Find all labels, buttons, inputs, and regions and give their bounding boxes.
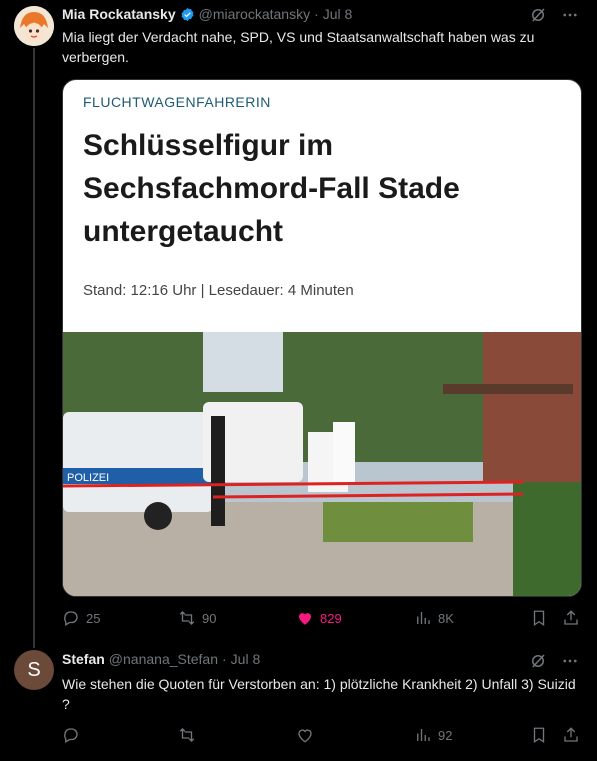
retweet-icon (179, 728, 195, 742)
reply-text: Wie stehen die Quoten für Verstorben an:… (62, 676, 576, 712)
views-button[interactable]: 8K (414, 609, 454, 627)
card-kicker: FLUCHTWAGENFAHRERIN (83, 94, 271, 110)
like-button[interactable] (296, 726, 314, 744)
separator-dot: · (222, 651, 227, 667)
retweet-count: 90 (202, 610, 217, 626)
author-name[interactable]: Mia Rockatansky (62, 6, 176, 22)
grok-icon[interactable] (529, 652, 547, 670)
share-button[interactable] (562, 609, 580, 627)
retweet-button[interactable] (178, 726, 196, 744)
reply-button[interactable]: 25 (62, 609, 100, 627)
tweet-header: Mia Rockatansky @miarockatansky · Jul 8 (62, 6, 352, 22)
reply-avatar[interactable]: S (14, 650, 54, 690)
timestamp[interactable]: Jul 8 (323, 6, 353, 22)
avatar[interactable] (14, 6, 54, 46)
grok-icon[interactable] (529, 6, 547, 24)
reply-views-count: 92 (438, 727, 453, 743)
reply-button[interactable] (62, 726, 80, 744)
verified-badge-icon (181, 7, 194, 21)
heart-filled-icon (299, 613, 311, 625)
separator-dot: · (314, 6, 319, 22)
more-options-icon[interactable] (561, 6, 579, 24)
card-meta: Stand: 12:16 Uhr | Lesedauer: 4 Minuten (83, 282, 354, 299)
police-label: POLIZEI (67, 472, 109, 484)
reply-actions: 92 (62, 726, 580, 746)
share-icon (564, 727, 578, 742)
bookmark-icon (533, 610, 545, 627)
thread-line (33, 48, 35, 648)
tweet-actions: 25 90 829 8K (62, 609, 580, 629)
views-button[interactable]: 92 (414, 726, 452, 744)
like-count: 829 (320, 610, 342, 626)
bookmark-button[interactable] (530, 726, 548, 744)
reply-author-handle[interactable]: @nanana_Stefan (109, 651, 218, 667)
reply-icon (64, 611, 78, 626)
tweet-text: Mia liegt der Verdacht nahe, SPD, VS und… (62, 29, 535, 65)
share-icon (564, 610, 578, 625)
retweet-button[interactable]: 90 (178, 609, 216, 627)
bookmark-icon (533, 727, 545, 744)
retweet-icon (179, 611, 195, 625)
reply-icon (64, 728, 78, 743)
card-headline: Schlüsselfigur im Sechsfachmord-Fall Sta… (83, 129, 460, 248)
share-button[interactable] (562, 726, 580, 744)
reply-author-name[interactable]: Stefan (62, 651, 105, 667)
article-photo: POLIZEI (63, 332, 581, 596)
views-count: 8K (438, 610, 454, 626)
views-icon (417, 729, 430, 741)
views-icon (417, 612, 430, 624)
author-handle[interactable]: @miarockatansky (199, 6, 310, 22)
like-button[interactable]: 829 (296, 609, 342, 627)
heart-outline-icon (298, 729, 312, 743)
article-card[interactable]: FLUCHTWAGENFAHRERIN Schlüsselfigur im Se… (62, 79, 582, 597)
bookmark-button[interactable] (530, 609, 548, 627)
avatar-illustration-icon (14, 6, 54, 46)
reply-count: 25 (86, 610, 101, 626)
reply-timestamp[interactable]: Jul 8 (231, 651, 261, 667)
more-options-icon[interactable] (561, 652, 579, 670)
reply-header: Stefan @nanana_Stefan · Jul 8 (62, 651, 260, 667)
